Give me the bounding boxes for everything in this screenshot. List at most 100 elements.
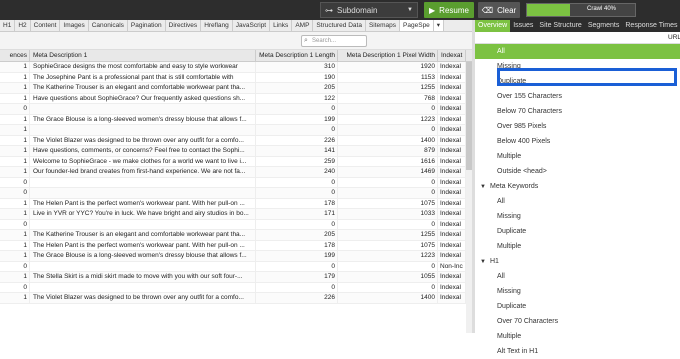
table-row[interactable]: 1 Our founder-led brand creates from firs… (0, 167, 466, 178)
tree-item[interactable]: Over 985 Pixels (475, 119, 680, 134)
table-cell: Indexal (438, 114, 466, 124)
tab-images[interactable]: Images (60, 20, 89, 31)
tab-sitemaps[interactable]: Sitemaps (366, 20, 401, 31)
right-tab-response-times[interactable]: Response Times (622, 20, 680, 32)
tab-pagespe[interactable]: PageSpe (400, 20, 434, 31)
resume-label: Resume (439, 5, 469, 15)
table-cell: 1920 (338, 62, 438, 72)
tree-item[interactable]: Below 70 Characters (475, 104, 680, 119)
table-row[interactable]: 1 The Grace Blouse is a long-sleeved wome… (0, 114, 466, 125)
tree-item[interactable]: Alt Text in H1 (475, 344, 680, 359)
collapse-triangle-icon[interactable]: ▼ (480, 255, 490, 270)
resume-button[interactable]: ▶ Resume (424, 2, 474, 18)
table-row[interactable]: 0 0 0 Indexal (0, 104, 466, 115)
table-row[interactable]: 1 The Stella Skirt is a midi skirt made t… (0, 272, 466, 283)
tree-item[interactable]: Multiple (475, 329, 680, 344)
column-header[interactable]: Meta Description 1 Length (256, 50, 338, 61)
tree-item[interactable]: Below 400 Pixels (475, 134, 680, 149)
column-header[interactable]: Meta Description 1 (30, 50, 256, 61)
tree-item[interactable]: Multiple (475, 149, 680, 164)
right-tab-issues[interactable]: Issues (510, 20, 536, 32)
table-cell: 1223 (338, 251, 438, 261)
eraser-icon: ⌫ (481, 5, 494, 15)
table-row[interactable]: 1 The Violet Blazer was designed to be th… (0, 293, 466, 304)
tree-item[interactable]: All (475, 194, 680, 209)
table-cell: 1055 (338, 272, 438, 282)
tab-content[interactable]: Content (31, 20, 61, 31)
tab-pagination[interactable]: Pagination (128, 20, 166, 31)
table-row[interactable]: 1 The Helen Pant is the perfect women's w… (0, 240, 466, 251)
table-row[interactable]: 1 The Helen Pant is the perfect women's w… (0, 198, 466, 209)
tab-links[interactable]: Links (270, 20, 293, 31)
tree-item[interactable]: All (475, 44, 680, 59)
table-cell: 0 (338, 104, 438, 114)
tab-h1[interactable]: H1 (0, 20, 16, 31)
column-header[interactable]: ences (0, 50, 30, 61)
tree-item[interactable]: Over 70 Characters (475, 314, 680, 329)
right-tabs: Overview Issues Site Structure Segments Resp… (475, 20, 680, 32)
table-row[interactable]: 1 Have questions about SophieGrace? Our f… (0, 93, 466, 104)
right-tab-overview[interactable]: Overview (475, 20, 511, 32)
right-tab-segments[interactable]: Segments (585, 20, 623, 32)
table-cell: The Katherine Trouser is an elegant and … (30, 83, 256, 93)
clear-button[interactable]: ⌫ Clear (478, 2, 520, 18)
tree-section[interactable]: ▼ H1 (475, 254, 680, 269)
table-row[interactable]: 0 0 0 Indexal (0, 177, 466, 188)
table-cell: 1 (0, 167, 30, 177)
tab-amp[interactable]: AMP (292, 20, 314, 31)
search-icon: ⌕ (304, 37, 308, 44)
table-row[interactable]: 1 The Violet Blazer was designed to be th… (0, 135, 466, 146)
tree-item[interactable]: Outside <head> (475, 164, 680, 179)
table-cell: 1033 (338, 209, 438, 219)
mode-select[interactable]: ⊶ Subdomain ▼ (320, 2, 418, 18)
overview-tree: All Missing Duplicate Over 155 Characters Be… (475, 44, 680, 359)
tab-canonicals[interactable]: Canonicals (89, 20, 128, 31)
table-row[interactable]: 1 The Grace Blouse is a long-sleeved wome… (0, 251, 466, 262)
table-cell: 0 (338, 188, 438, 198)
tab-hreflang[interactable]: Hreflang (201, 20, 233, 31)
tree-item[interactable]: Missing (475, 284, 680, 299)
table-row[interactable]: 1 SophieGrace designs the most comfortabl… (0, 62, 466, 73)
tree-item[interactable]: Duplicate (475, 299, 680, 314)
tree-item[interactable]: Duplicate (475, 224, 680, 239)
table-row[interactable]: 1 The Katherine Trouser is an elegant and… (0, 83, 466, 94)
tree-item[interactable]: Multiple (475, 239, 680, 254)
table-cell (30, 188, 256, 198)
tab-directives[interactable]: Directives (166, 20, 202, 31)
table-row[interactable]: 1 The Katherine Trouser is an elegant and… (0, 230, 466, 241)
table-cell: 768 (338, 93, 438, 103)
search-input[interactable]: ⌕ Search... (301, 35, 367, 47)
table-row[interactable]: 0 0 0 Non-Inc (0, 261, 466, 272)
table-row[interactable]: 1 0 0 Indexal (0, 125, 466, 136)
highlight-box (497, 68, 677, 86)
table-cell: 1400 (338, 293, 438, 303)
tab-javascript[interactable]: JavaScript (233, 20, 271, 31)
table-row[interactable]: 0 0 0 Indexal (0, 219, 466, 230)
tree-item[interactable]: Missing (475, 209, 680, 224)
column-header[interactable]: Indexat (438, 50, 466, 61)
right-tab-site-structure[interactable]: Site Structure (536, 20, 584, 32)
tree-section[interactable]: ▼ Meta Keywords (475, 179, 680, 194)
table-cell: 1 (0, 272, 30, 282)
table-row[interactable]: 1 The Josephine Pant is a professional pa… (0, 72, 466, 83)
tabs-overflow-icon[interactable]: ▾ (433, 20, 445, 31)
table-cell: 199 (256, 251, 338, 261)
tab-h2[interactable]: H2 (15, 20, 31, 31)
table-row[interactable]: 1 Live in YVR or YYC? You're in luck. We … (0, 209, 466, 220)
table-cell: 1 (0, 83, 30, 93)
column-header[interactable]: Meta Description 1 Pixel Width (338, 50, 438, 61)
tree-item[interactable]: All (475, 269, 680, 284)
table-cell (30, 282, 256, 292)
table-cell: Have questions about SophieGrace? Our fr… (30, 93, 256, 103)
table-cell: Indexal (438, 104, 466, 114)
right-header: URL (475, 32, 680, 44)
table-row[interactable]: 1 Welcome to SophieGrace - we make clothe… (0, 156, 466, 167)
tree-item[interactable]: Over 155 Characters (475, 89, 680, 104)
tab-structured-data[interactable]: Structured Data (313, 20, 366, 31)
table-cell: 0 (256, 177, 338, 187)
table-cell: 178 (256, 198, 338, 208)
table-row[interactable]: 0 0 0 Indexal (0, 188, 466, 199)
table-row[interactable]: 1 Have questions, comments, or concerns? … (0, 146, 466, 157)
collapse-triangle-icon[interactable]: ▼ (480, 180, 490, 195)
table-row[interactable]: 0 0 0 Indexal (0, 282, 466, 293)
